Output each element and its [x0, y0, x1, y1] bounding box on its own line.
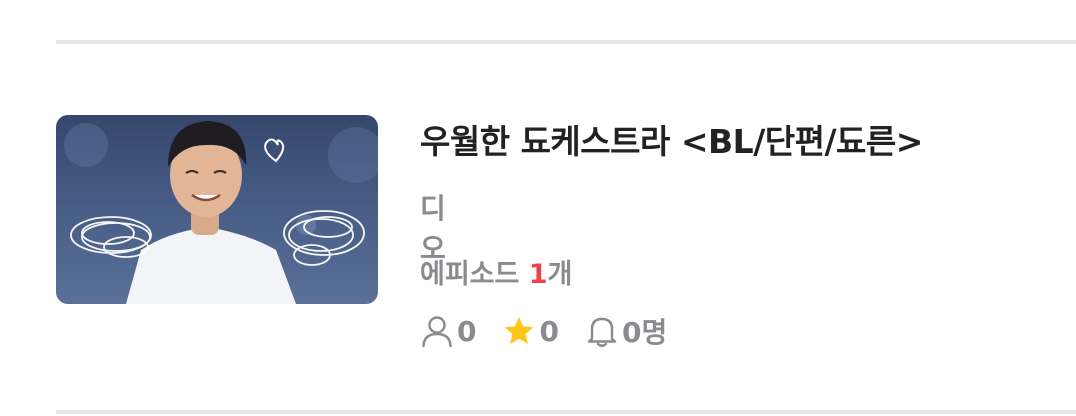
readers-stat: 0	[420, 314, 476, 348]
stars-count: 0	[539, 314, 559, 348]
episode-count: 에피소드 1개	[420, 252, 572, 291]
story-stats: 0 0 0명	[420, 313, 693, 349]
episode-label: 에피소드	[420, 259, 520, 290]
story-thumbnail[interactable]	[56, 115, 378, 304]
top-divider	[56, 40, 1076, 44]
episode-number: 1	[528, 259, 548, 290]
subscribers-stat: 0명	[585, 311, 667, 351]
stars-stat: 0	[502, 314, 559, 348]
story-title[interactable]: 우월한 됴케스트라 <BL/단편/됴른>	[420, 115, 923, 163]
subscribers-count: 0명	[621, 316, 668, 349]
bottom-divider	[56, 410, 1076, 414]
user-icon	[420, 314, 454, 348]
bell-icon	[585, 314, 619, 348]
star-icon	[502, 314, 536, 348]
story-list-item[interactable]: 우월한 됴케스트라 <BL/단편/됴른> 디오 에피소드 1개 0 0 0명	[56, 115, 1016, 355]
readers-count: 0	[457, 314, 477, 348]
episode-unit: 개	[547, 259, 573, 290]
